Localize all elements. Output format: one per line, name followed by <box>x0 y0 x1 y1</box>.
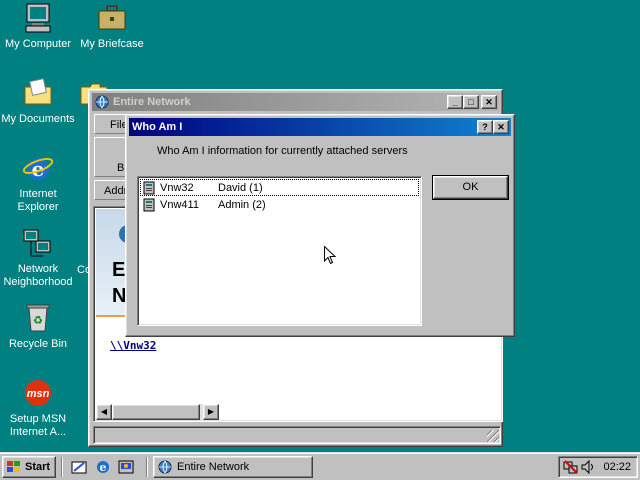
close-button[interactable]: ✕ <box>481 95 497 109</box>
dialog-heading: Who Am I information for currently attac… <box>157 145 408 157</box>
maximize-button[interactable]: □ <box>463 95 479 109</box>
scroll-right-arrow[interactable]: ▶ <box>203 404 219 420</box>
start-button[interactable]: Start <box>2 456 56 478</box>
svg-text:e: e <box>100 461 107 474</box>
explorer-banner: E N <box>96 209 137 315</box>
my-computer-icon <box>22 2 54 34</box>
taskbar: Start e Entire Network 02:22 <box>0 452 640 480</box>
list-item[interactable]: Vnw32 David (1) <box>140 179 419 196</box>
recycle-bin-icon: ♻ <box>22 302 54 334</box>
quicklaunch-channels-icon[interactable] <box>117 459 135 475</box>
quicklaunch-show-desktop-icon[interactable] <box>70 459 88 475</box>
quicklaunch-ie-icon[interactable]: e <box>94 459 112 475</box>
dialog-titlebar[interactable]: Who Am I ? ✕ <box>129 118 511 136</box>
start-label: Start <box>25 461 51 473</box>
tray-volume-icon[interactable] <box>581 459 595 475</box>
user-name: David (1) <box>218 181 263 194</box>
banner-divider <box>96 315 128 317</box>
desktop-icon-network-neighborhood[interactable]: Network Neighborhood <box>0 227 76 289</box>
resize-grip-icon[interactable] <box>487 430 499 442</box>
scroll-left-arrow[interactable]: ◀ <box>96 404 112 420</box>
dialog-close-button[interactable]: ✕ <box>493 120 509 134</box>
desktop-icon-my-computer[interactable]: My Computer <box>0 2 76 51</box>
server-link-vnw32[interactable]: \\Vnw32 <box>110 339 156 352</box>
server-name: Vnw411 <box>160 198 199 211</box>
scroll-thumb[interactable] <box>112 404 200 420</box>
explorer-toolbar: B <box>94 137 126 177</box>
windows-logo-icon <box>6 460 22 474</box>
msn-icon: msn <box>22 377 54 409</box>
system-tray: 02:22 <box>558 456 638 478</box>
desktop-icon-label: My Documents <box>1 113 75 125</box>
explorer-titlebar[interactable]: Entire Network _ □ ✕ <box>92 93 499 111</box>
explorer-address-bar: Addr <box>94 180 128 200</box>
banner-letter-e: E <box>112 259 126 281</box>
desktop-icon-label: Recycle Bin <box>8 338 68 350</box>
desktop-icon-label: My Computer <box>4 38 72 50</box>
briefcase-icon <box>96 2 128 34</box>
address-label: Addr <box>104 185 128 197</box>
desktop-icon-my-documents[interactable]: My Documents <box>0 77 76 126</box>
dialog-title: Who Am I <box>132 121 183 133</box>
toolbar-back-button[interactable]: B <box>117 162 124 174</box>
desktop-icon-label: My Briefcase <box>80 38 144 50</box>
folder-icon <box>22 77 54 109</box>
taskbar-separator <box>146 457 148 477</box>
taskbar-entire-network-button[interactable]: Entire Network <box>153 456 313 478</box>
tray-network-icon[interactable] <box>563 459 579 475</box>
taskbar-separator <box>61 457 63 477</box>
explorer-menubar: File <box>94 114 128 134</box>
server-list[interactable]: Vnw32 David (1) Vnw411 Admin (2) <box>137 176 422 326</box>
desktop-icon-recycle-bin[interactable]: ♻ Recycle Bin <box>0 302 76 351</box>
mouse-cursor-icon <box>324 245 337 266</box>
server-icon <box>142 181 156 195</box>
task-label: Entire Network <box>177 461 250 473</box>
network-globe-icon <box>158 460 172 474</box>
ok-button[interactable]: OK <box>432 175 509 200</box>
minimize-button[interactable]: _ <box>447 95 463 109</box>
desktop-icon-internet-explorer[interactable]: e Internet Explorer <box>0 152 76 214</box>
desktop-icon-label: Setup MSN Internet A... <box>9 413 67 438</box>
who-am-i-dialog[interactable]: Who Am I ? ✕ Who Am I information for cu… <box>125 114 515 337</box>
svg-text:msn: msn <box>27 388 50 400</box>
svg-text:♻: ♻ <box>33 314 43 327</box>
server-name: Vnw32 <box>160 181 194 194</box>
desktop-icon-setup-msn[interactable]: msn Setup MSN Internet A... <box>0 377 76 439</box>
horizontal-scrollbar[interactable]: ◀ ▶ <box>96 404 219 420</box>
desktop-icon-label: Internet Explorer <box>17 188 59 213</box>
user-name: Admin (2) <box>218 198 266 211</box>
network-neighborhood-icon <box>22 227 54 259</box>
internet-explorer-icon: e <box>22 152 54 184</box>
server-icon <box>142 198 156 212</box>
explorer-title: Entire Network <box>113 96 191 108</box>
desktop-icon-my-briefcase[interactable]: My Briefcase <box>74 2 150 51</box>
desktop-icon-label: Network Neighborhood <box>3 263 73 288</box>
help-button[interactable]: ? <box>477 120 493 134</box>
network-globe-icon <box>95 95 109 109</box>
tray-clock[interactable]: 02:22 <box>603 461 631 473</box>
list-item[interactable]: Vnw411 Admin (2) <box>140 196 419 213</box>
explorer-statusbar <box>93 426 501 444</box>
